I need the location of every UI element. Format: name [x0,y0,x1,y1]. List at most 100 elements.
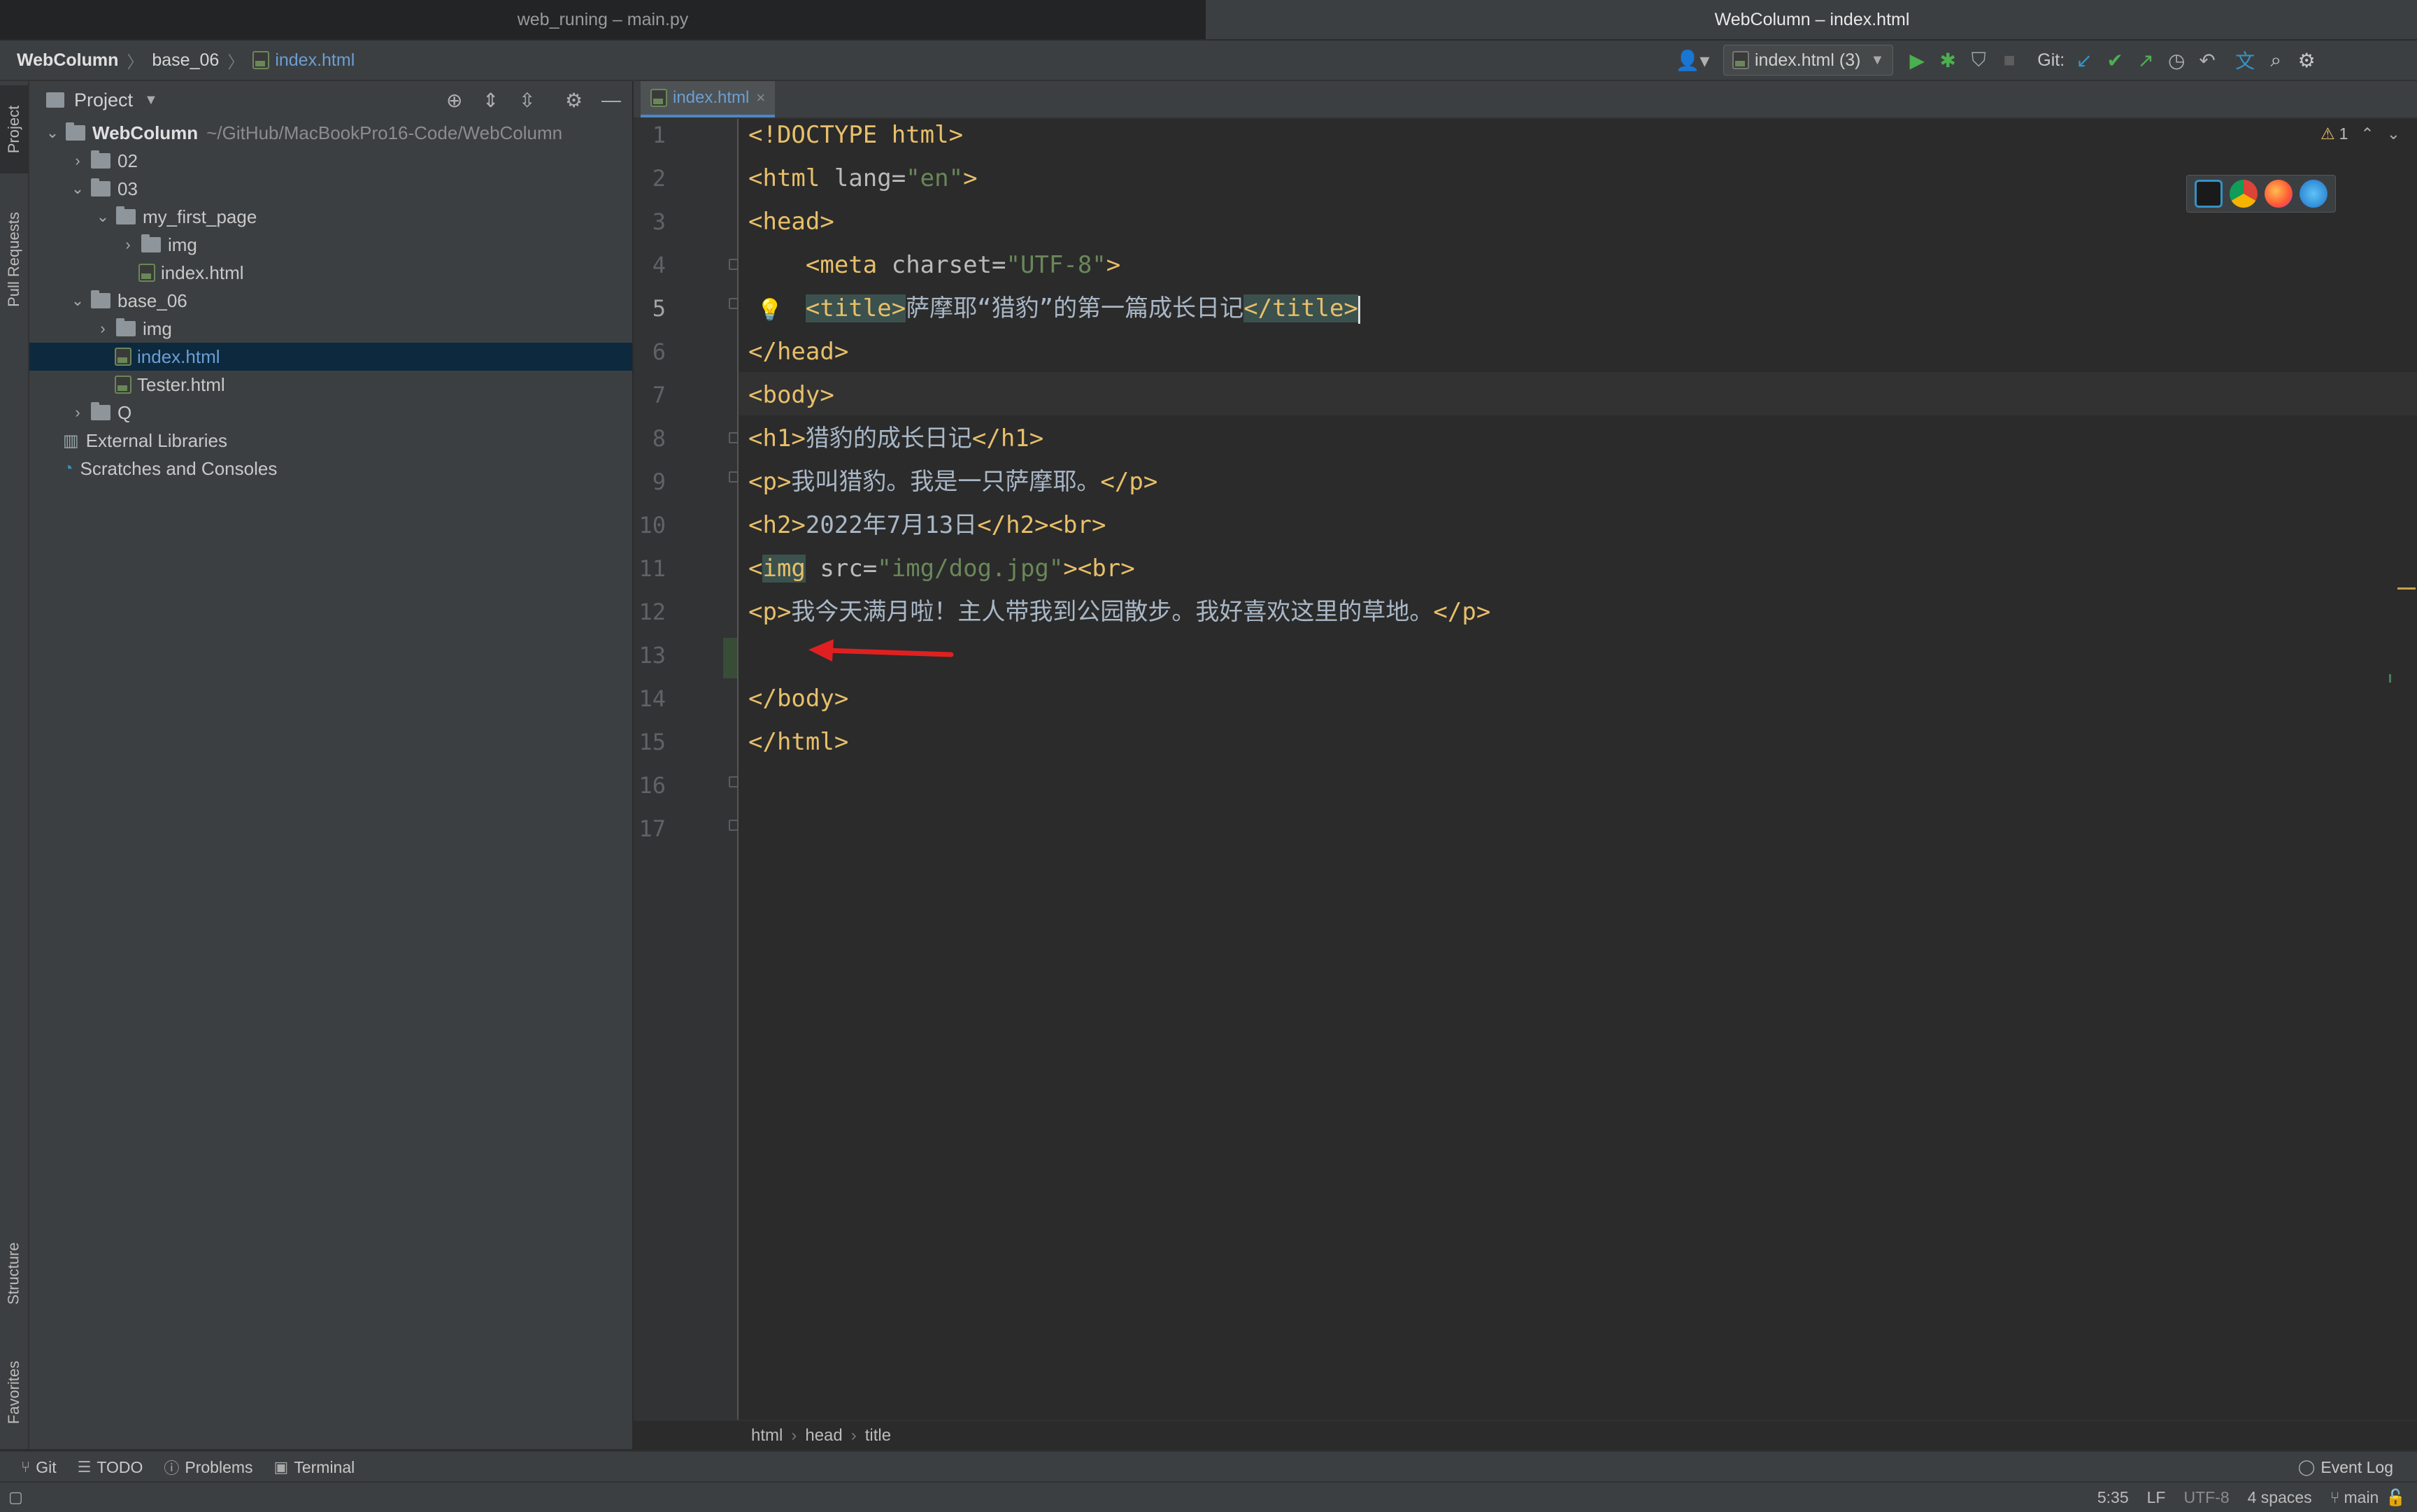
line-number[interactable]: 10 [624,504,666,547]
expand-all-icon[interactable]: ⇕ [483,89,499,112]
indent-setting[interactable]: 4 spaces [2248,1488,2312,1507]
line-number[interactable]: 7 [624,373,666,417]
inspection-widget[interactable]: ⚠ 1 ⌃ ⌄ [2320,124,2400,143]
code-line[interactable]: <h2>2022年7月13日</h2><br> [748,504,1106,547]
tree-item-file[interactable]: Tester.html [29,371,632,399]
run-configuration-select[interactable]: index.html (3) ▼ [1723,45,1894,76]
translate-icon[interactable]: 文 [2230,45,2260,76]
git-tool-button[interactable]: ⑂ Git [21,1458,57,1477]
fold-marker-icon[interactable] [729,298,739,309]
line-number[interactable]: 8 [624,417,666,460]
gear-icon[interactable]: ⚙ [2291,45,2322,76]
breadcrumb-file[interactable]: index.html [275,50,355,71]
lock-icon[interactable]: 🔓 [2386,1488,2406,1507]
tree-item-scratches[interactable]: ◔ Scratches and Consoles [29,455,632,483]
chevron-down-icon[interactable]: ⌄ [2387,124,2400,143]
tree-item-folder[interactable]: › Q [29,399,632,427]
code-line[interactable]: <html lang="en"> [748,157,978,200]
pull-requests-tool-tab[interactable]: Pull Requests [0,193,28,326]
project-view-select[interactable]: Project [74,90,133,111]
code-line[interactable]: <p>我叫猎豹。我是一只萨摩耶。</p> [748,460,1157,504]
project-tool-tab[interactable]: Project [0,85,28,173]
safari-icon[interactable] [2300,180,2327,208]
rollback-icon[interactable]: ↶ [2192,45,2223,76]
tree-root[interactable]: ⌄ WebColumn ~/GitHub/MacBookPro16-Code/W… [29,119,632,147]
window-tab-main-py[interactable]: web_runing – main.py [0,0,1206,39]
locate-icon[interactable]: ⊕ [446,89,462,112]
tree-item-file-selected[interactable]: index.html [29,343,632,371]
tree-item-folder[interactable]: ⌄ 03 [29,175,632,203]
breadcrumb-project[interactable]: WebColumn [17,50,118,71]
fold-marker-icon[interactable] [729,471,739,483]
gear-icon[interactable]: ⚙ [565,89,583,112]
debug-icon[interactable]: ✱ [1932,45,1963,76]
chevron-down-icon[interactable]: ▼ [144,92,158,108]
terminal-tool-button[interactable]: ▣ Terminal [274,1458,355,1477]
code-line[interactable]: <!DOCTYPE html> [748,113,963,157]
user-icon[interactable]: 👤▾ [1671,45,1713,76]
line-number[interactable]: 4 [624,243,666,287]
coverage-icon[interactable]: ⛉ [1963,45,1994,76]
code-line[interactable]: </body> [748,677,848,720]
line-number[interactable]: 9 [624,460,666,504]
line-number[interactable]: 5 [624,287,666,330]
git-push-icon[interactable]: ↗ [2130,45,2161,76]
fold-marker-icon[interactable] [729,820,739,831]
close-icon[interactable]: × [756,89,765,107]
crumb-title[interactable]: title [865,1426,891,1446]
code-line[interactable]: </html> [748,720,848,764]
line-separator[interactable]: LF [2147,1488,2166,1507]
fold-marker-icon[interactable] [729,432,739,443]
tree-item-file[interactable]: index.html [29,259,632,287]
history-icon[interactable]: ◷ [2161,45,2192,76]
breadcrumb-folder[interactable]: base_06 [152,50,219,71]
caret-position[interactable]: 5:35 [2097,1488,2129,1507]
line-number[interactable]: 17 [624,807,666,850]
code-line[interactable]: <p>我今天满月啦！主人带我到公园散步。我好喜欢这里的草地。</p> [748,590,1490,634]
line-number[interactable]: 1 [624,113,666,157]
layout-toggle-icon[interactable]: ▢ [8,1488,23,1506]
hide-panel-icon[interactable]: — [601,89,621,111]
line-number[interactable]: 16 [624,764,666,807]
firefox-icon[interactable] [2265,180,2293,208]
tree-item-folder[interactable]: ⌄ my_first_page [29,203,632,231]
chevron-up-icon[interactable]: ⌃ [2360,124,2374,143]
chrome-icon[interactable] [2230,180,2258,208]
run-icon[interactable]: ▶ [1902,45,1932,76]
search-icon[interactable]: ⌕ [2260,45,2291,76]
line-number[interactable]: 14 [624,677,666,720]
code-line[interactable]: <head> [748,200,834,243]
scrollbar-warning-mark[interactable] [2397,587,2416,590]
code-line[interactable]: <meta charset="UTF-8"> [748,243,1120,287]
tree-item-folder[interactable]: › img [29,231,632,259]
editor-tab-index-html[interactable]: index.html × [641,81,776,117]
crumb-head[interactable]: head [805,1426,842,1446]
git-branch[interactable]: main [2344,1488,2379,1507]
line-number[interactable]: 3 [624,200,666,243]
window-tab-index-html[interactable]: WebColumn – index.html [1207,0,2417,39]
code-line[interactable]: <h1>猎豹的成长日记</h1> [748,417,1043,460]
stop-icon[interactable]: ■ [1994,45,2025,76]
event-log-button[interactable]: ◯ Event Log [2298,1458,2393,1477]
code-line[interactable]: <title>萨摩耶“猎豹”的第一篇成长日记</title> [748,287,1360,330]
line-number[interactable]: 12 [624,590,666,634]
file-encoding[interactable]: UTF-8 [2183,1488,2229,1507]
line-number[interactable]: 13 [624,634,666,677]
tree-item-folder[interactable]: ⌄ base_06 [29,287,632,315]
todo-tool-button[interactable]: ☰ TODO [78,1458,143,1477]
lightbulb-icon[interactable]: 💡 [757,298,783,322]
crumb-html[interactable]: html [751,1426,783,1446]
code-line[interactable]: <img src="img/dog.jpg"><br> [748,547,1135,590]
webstorm-icon[interactable] [2195,180,2223,208]
structure-tool-tab[interactable]: Structure [0,1221,28,1326]
code-line[interactable]: <body> [748,373,834,417]
fold-marker-icon[interactable] [729,776,739,787]
git-commit-icon[interactable]: ✔ [2099,45,2130,76]
line-number[interactable]: 2 [624,157,666,200]
fold-marker-icon[interactable] [729,259,739,270]
tree-item-folder[interactable]: › img [29,315,632,343]
code-line[interactable]: </head> [748,330,848,373]
problems-tool-button[interactable]: ⓘ Problems [164,1456,252,1478]
tree-item-external-libraries[interactable]: ▥ External Libraries [29,427,632,455]
scrollbar-change-mark[interactable] [2389,674,2391,683]
